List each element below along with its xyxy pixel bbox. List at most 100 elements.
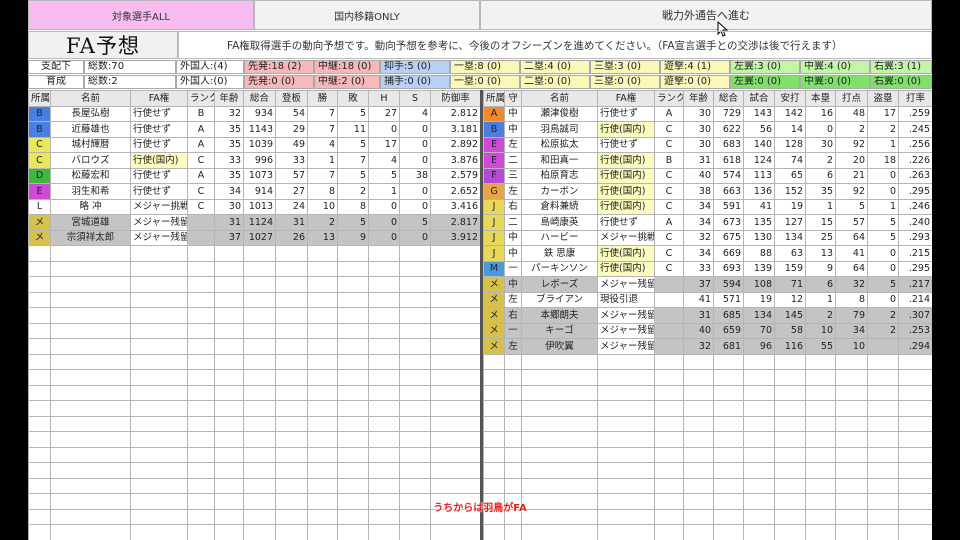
roster-count: 中翼:4 (0) (800, 60, 870, 74)
column-header[interactable]: 守 (504, 90, 522, 107)
batter-fa-cell: メジャー残留 (597, 307, 655, 324)
column-header[interactable]: 本塁 (805, 90, 836, 107)
empty-cell (898, 415, 932, 432)
pitcher-row[interactable]: L略 冲メジャー挑戦 C 30 1013 24 10 8 0 0 3.416 (28, 198, 481, 215)
pitcher-h-cell: 1 (368, 183, 400, 200)
batter-hr-cell: 0 (805, 121, 836, 138)
pitcher-age-cell: 31 (214, 214, 244, 231)
empty-cell (399, 384, 431, 401)
batter-fa-cell: 行使せず (597, 136, 655, 153)
batter-row[interactable]: G 左カーボン 行使(国内) C 38 663 136 152 35 92 0.295 (483, 183, 932, 200)
column-header[interactable]: ランク (654, 90, 684, 107)
column-header[interactable]: FA権 (597, 90, 655, 107)
empty-cell (243, 291, 276, 308)
column-header[interactable]: FA権 (130, 90, 188, 107)
batter-row[interactable]: J中鉄 思康 行使(国内) C 34 669 88 63 13 41 0.215 (483, 245, 932, 262)
batter-rank-cell: C (654, 198, 684, 215)
column-header[interactable]: S (399, 90, 431, 107)
filter-all-button[interactable]: 対象選手ALL (28, 0, 254, 30)
batter-age-cell: 34 (683, 245, 714, 262)
empty-cell (50, 462, 131, 479)
column-header[interactable]: H (368, 90, 400, 107)
empty-cell (430, 400, 481, 417)
empty-cell (307, 446, 338, 463)
column-header[interactable]: 名前 (521, 90, 598, 107)
pitcher-row[interactable]: D 松藤宏和 行使せず A 35 1073 57 7 5 5 38 2.579 (28, 167, 481, 184)
empty-cell (898, 400, 932, 417)
column-header[interactable]: 敗 (337, 90, 369, 107)
pitcher-w-cell: 7 (307, 121, 338, 138)
fa-forecast-screen: 対象選手ALL 国内移籍ONLY 戦力外通告へ進む FA予想 FA権取得選手の動… (28, 0, 932, 540)
batter-row[interactable]: メ左ブライアン 現役引退 41 571 19 12 1 8 0.214 (483, 291, 932, 308)
column-header[interactable]: 安打 (774, 90, 806, 107)
roster-count: 遊撃:4 (1) (660, 60, 730, 74)
empty-cell (307, 431, 338, 448)
pitcher-row[interactable]: E 羽生和希 行使せず C 34 914 27 8 2 1 0 2.652 (28, 183, 481, 200)
empty-cell (683, 415, 714, 432)
empty-cell (243, 400, 276, 417)
batter-row[interactable]: J 右倉料兼続 行使(国内) C 34 591 41 19 1 5 1.246 (483, 198, 932, 215)
batter-row[interactable]: A 中瀬津俊樹 行使せず A 30 729 143 142 16 48 17.259 (483, 105, 932, 122)
column-header[interactable]: 試合 (743, 90, 775, 107)
roster-count: 左翼:0 (0) (730, 75, 800, 89)
column-header[interactable]: 防御率 (430, 90, 481, 107)
column-header[interactable]: 年齢 (214, 90, 244, 107)
pitcher-row[interactable]: メ宮城道雄 メジャー残留 31 1124 31 2 5 0 5 2.817 (28, 214, 481, 231)
empty-cell (483, 384, 505, 401)
empty-cell (483, 462, 505, 479)
pitcher-row[interactable]: B 長屋弘樹 行使せず B 32 934 54 7 5 27 4 2.812 (28, 105, 481, 122)
proceed-release-button[interactable]: 戦力外通告へ進む (480, 0, 932, 30)
pitcher-row[interactable]: C バロウズ 行使(国内) C 33 996 33 1 7 4 0 3.876 (28, 152, 481, 169)
batter-name-cell: 本郷朗夫 (521, 307, 598, 324)
column-header[interactable]: 登板 (275, 90, 308, 107)
column-header[interactable]: 打率 (898, 90, 932, 107)
roster-count: 二塁:0 (0) (520, 75, 590, 89)
batter-row[interactable]: J 中ハービー メジャー挑戦 C 32 675 130 134 25 64 5.293 (483, 229, 932, 246)
batter-row[interactable]: メ一キーゴ メジャー残留 40 659 70 58 10 34 2.253 (483, 322, 932, 339)
column-header[interactable]: 所属 (483, 90, 505, 107)
empty-cell (307, 477, 338, 494)
empty-row (28, 384, 481, 401)
batter-row[interactable]: M 一パーキンソン 行使(国内) C 33 693 139 159 9 64 0.295 (483, 260, 932, 277)
batter-avg-cell: .240 (898, 214, 932, 231)
batter-row[interactable]: J 二島崎康英 行使せず A 34 673 135 127 15 57 5.240 (483, 214, 932, 231)
batter-row[interactable]: F 三柏原育志 行使(国内) C 40 574 113 65 6 21 0.263 (483, 167, 932, 184)
empty-cell (430, 276, 481, 293)
batter-row[interactable]: メ中レボーズ メジャー残留 37 594 108 71 6 32 5.217 (483, 276, 932, 293)
batter-pos-cell: 左 (504, 183, 522, 200)
pitcher-row[interactable]: メ宗須祥太郎 メジャー残留 37 1027 26 13 9 0 0 3.912 (28, 229, 481, 246)
pitcher-row[interactable]: C 城村輝暦 行使せず A 35 1039 49 4 5 17 0 2.892 (28, 136, 481, 153)
batter-row[interactable]: メ右本郷朗夫 メジャー残留 31 685 134 145 2 79 2.307 (483, 307, 932, 324)
empty-cell (50, 291, 131, 308)
empty-cell (130, 322, 188, 339)
column-header[interactable]: 総合 (243, 90, 276, 107)
column-header[interactable]: ランク (187, 90, 215, 107)
pitcher-g-cell: 24 (275, 198, 308, 215)
empty-cell (28, 446, 51, 463)
pitcher-row[interactable]: B 近藤雄也 行使せず A 35 1143 29 7 11 0 0 3.181 (28, 121, 481, 138)
column-header[interactable]: 盗塁 (867, 90, 899, 107)
column-header[interactable]: 所属 (28, 90, 51, 107)
column-header[interactable]: 打点 (835, 90, 868, 107)
filter-domestic-button[interactable]: 国内移籍ONLY (254, 0, 480, 30)
column-header[interactable]: 年齢 (683, 90, 714, 107)
batter-row[interactable]: E 二和田真一 行使(国内) B 31 618 124 74 2 20 18.226 (483, 152, 932, 169)
batter-row[interactable]: メ左伊吹翼 メジャー残留 32 681 96 116 55 10 .294 (483, 338, 932, 355)
batter-row[interactable]: B 中羽鳥誠司 行使(国内) C 30 622 56 14 0 2 2.245 (483, 121, 932, 138)
batter-row[interactable]: E 左松原拡太 行使せず C 30 683 140 128 30 92 1.256 (483, 136, 932, 153)
column-header[interactable]: 総合 (713, 90, 744, 107)
pitcher-h-cell: 17 (368, 136, 400, 153)
batter-g-cell: 41 (743, 198, 775, 215)
pitcher-l-cell: 8 (337, 198, 369, 215)
column-header[interactable]: 名前 (50, 90, 131, 107)
batter-name-cell: 羽鳥誠司 (521, 121, 598, 138)
batter-pos-cell: 一 (504, 260, 522, 277)
column-header[interactable]: 勝 (307, 90, 338, 107)
empty-cell (743, 431, 775, 448)
pitcher-rank-cell: A (187, 121, 215, 138)
batter-rank-cell (654, 291, 684, 308)
batter-name-cell: 松原拡太 (521, 136, 598, 153)
batter-age-cell: 30 (683, 105, 714, 122)
batter-hits-cell: 65 (774, 167, 806, 184)
empty-cell (243, 338, 276, 355)
